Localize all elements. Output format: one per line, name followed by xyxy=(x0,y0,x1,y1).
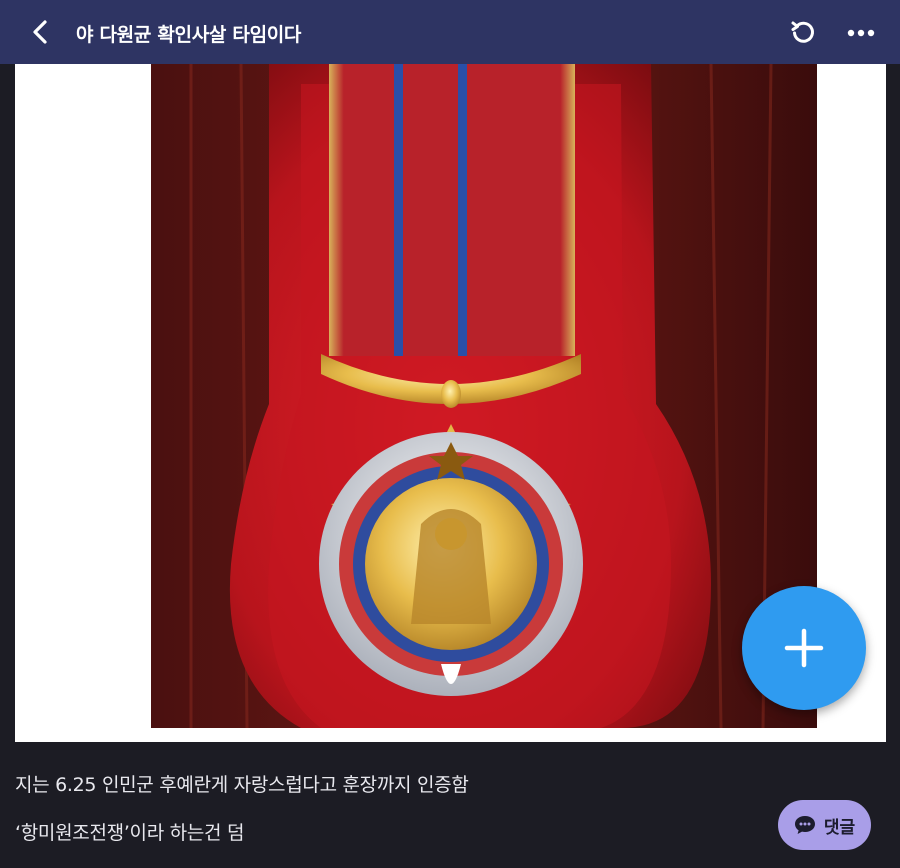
chevron-left-icon xyxy=(33,20,47,44)
refresh-icon xyxy=(791,21,814,43)
more-options-button[interactable] xyxy=(844,18,878,48)
comment-button[interactable]: 댓글 xyxy=(778,800,871,850)
back-button[interactable] xyxy=(24,16,56,48)
post-caption-line-1: 지는 6.25 인민군 후예란게 자랑스럽다고 훈장까지 인증함 xyxy=(15,774,469,796)
more-horizontal-icon xyxy=(847,29,875,37)
page-title: 야 다원균 확인사살 타임이다 xyxy=(76,24,302,46)
comment-button-label: 댓글 xyxy=(823,817,856,838)
refresh-button[interactable] xyxy=(788,18,818,48)
chat-bubble-icon xyxy=(794,816,815,834)
medal-photo[interactable] xyxy=(151,64,817,728)
add-fab-button[interactable] xyxy=(742,586,866,710)
post-caption-line-2: ‘항미원조전쟁’이라 하는건 덤 xyxy=(15,822,245,844)
app-header: 야 다원균 확인사살 타임이다 xyxy=(0,0,900,64)
plus-icon xyxy=(784,628,824,668)
